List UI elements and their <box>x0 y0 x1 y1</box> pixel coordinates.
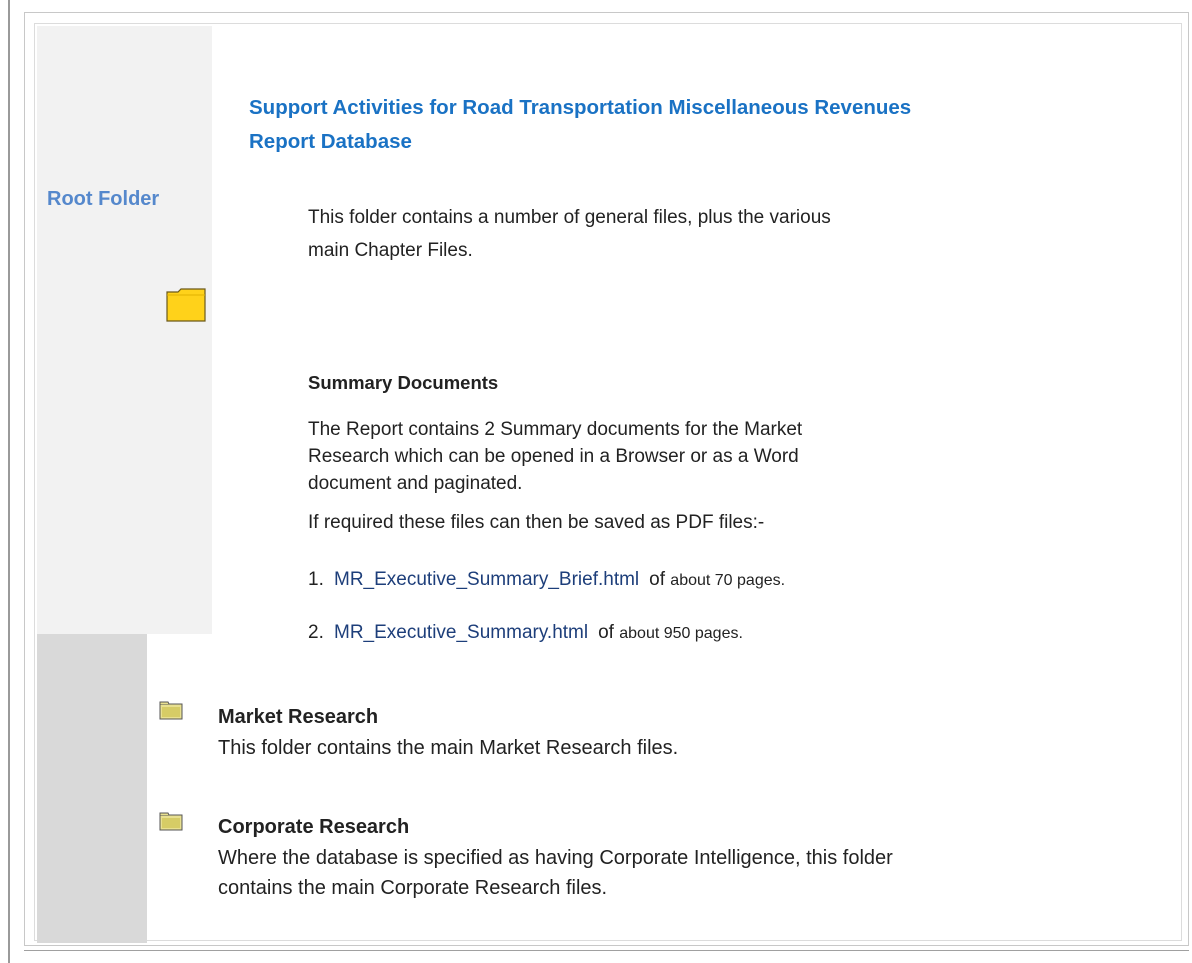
folder-icon <box>166 288 206 322</box>
market-research-folder-icon[interactable] <box>159 700 183 720</box>
left-frame-border <box>8 0 10 963</box>
intro-text: This folder contains a number of general… <box>308 207 831 261</box>
executive-summary-brief-link[interactable]: MR_Executive_Summary_Brief.html <box>334 569 639 590</box>
executive-summary-link[interactable]: MR_Executive_Summary.html <box>334 622 588 643</box>
list-number: 1. <box>308 569 324 590</box>
summary-description: The Report contains 2 Summary documents … <box>308 419 803 494</box>
corporate-research-folder-icon[interactable] <box>159 811 183 831</box>
summary-heading: Summary Documents <box>308 372 499 393</box>
corporate-research-description: Where the database is specified as havin… <box>218 847 893 899</box>
page-title: Support Activities for Road Transportati… <box>249 96 912 153</box>
sidebar-lower-panel <box>37 634 147 943</box>
list-item: 2. MR_Executive_Summary.html of about 950 … <box>308 622 743 643</box>
list-item: 1. MR_Executive_Summary_Brief.html of abou… <box>308 569 786 590</box>
root-folder-label: Root Folder <box>47 188 160 210</box>
sidebar-panel <box>37 26 212 634</box>
corporate-research-title[interactable]: Corporate Research <box>218 816 409 839</box>
bottom-divider <box>24 950 1189 951</box>
market-research-title[interactable]: Market Research <box>218 706 378 729</box>
summary-pdf-note: If required these files can then be save… <box>308 512 765 533</box>
market-research-description: This folder contains the main Market Res… <box>218 737 679 759</box>
list-number: 2. <box>308 622 324 643</box>
